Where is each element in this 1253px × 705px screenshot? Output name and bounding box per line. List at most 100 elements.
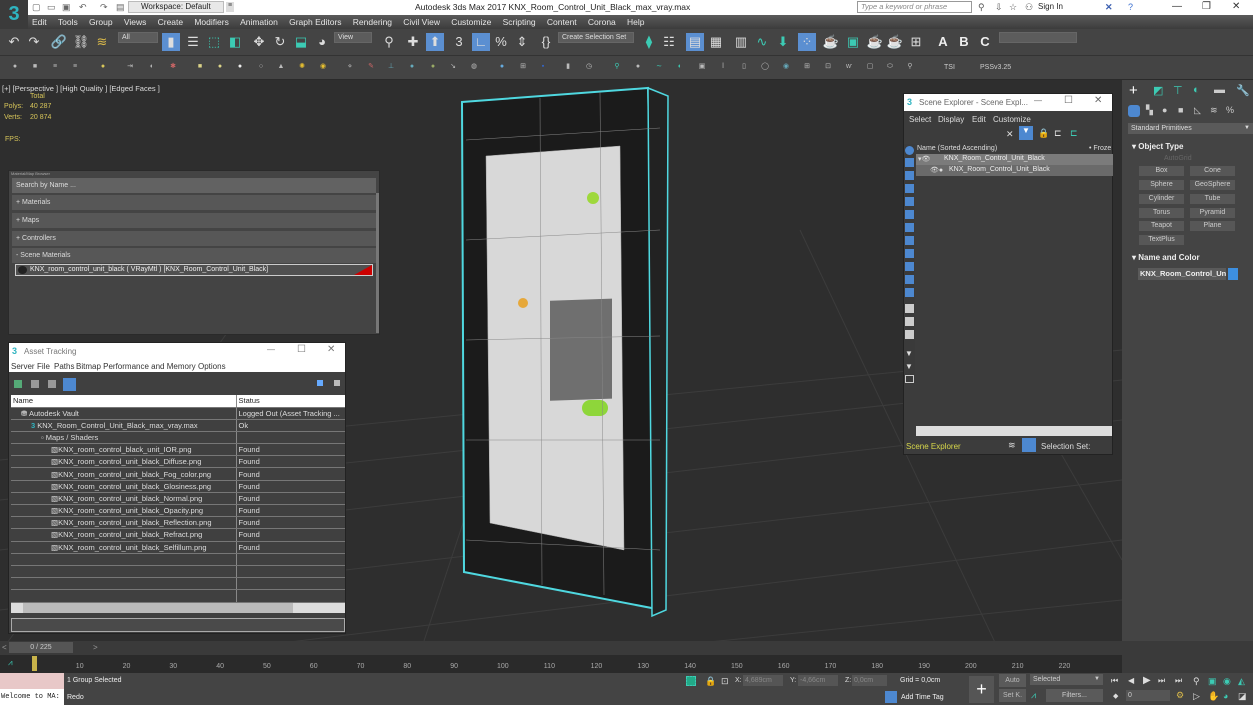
name-column-header[interactable]: Name (Sorted Ascending) bbox=[917, 145, 997, 152]
spacewarps-icon[interactable]: ≋ bbox=[1210, 105, 1218, 116]
menu-display[interactable]: Display bbox=[938, 115, 964, 124]
menu-scripting[interactable]: Scripting bbox=[503, 17, 536, 27]
toolbar2-icon[interactable]: ✱ bbox=[168, 62, 178, 72]
viewport-label[interactable]: [+] [Perspective ] [High Quality ] [Edge… bbox=[2, 84, 160, 93]
toolbar2-icon[interactable]: ▲ bbox=[276, 62, 286, 72]
close-button[interactable]: ✕ bbox=[1232, 1, 1240, 12]
hierarchy-icon[interactable]: ⊏ bbox=[1054, 128, 1062, 139]
placement-icon[interactable]: ◕ bbox=[313, 33, 331, 51]
section-controllers[interactable]: + Controllers bbox=[12, 231, 376, 246]
cameras-icon[interactable]: ■ bbox=[1178, 105, 1183, 115]
link-icon[interactable]: 🔗 bbox=[50, 33, 68, 51]
toolbar2-icon[interactable]: ● bbox=[98, 62, 108, 72]
table-view-icon[interactable] bbox=[63, 378, 76, 391]
motion-tab-icon[interactable]: ◐ bbox=[1193, 84, 1200, 96]
geosphere-button[interactable]: GeoSphere bbox=[1190, 180, 1235, 190]
help-icon[interactable]: ? bbox=[1128, 2, 1138, 12]
horizontal-scrollbar[interactable] bbox=[916, 426, 1112, 436]
toolbar2-icon[interactable]: ■ bbox=[195, 62, 205, 72]
new-key-button[interactable]: + bbox=[969, 676, 994, 703]
tsi-button[interactable]: TSI bbox=[944, 64, 955, 71]
exchange-icon[interactable]: ✕ bbox=[1105, 2, 1115, 12]
zoom-icon[interactable]: ⚲ bbox=[1193, 676, 1200, 687]
zoom-extents-all-icon[interactable]: ◭ bbox=[1238, 676, 1245, 687]
menu-customize[interactable]: Customize bbox=[451, 17, 491, 27]
display-hidden-icon[interactable] bbox=[905, 288, 914, 297]
time-tag-icon[interactable] bbox=[885, 691, 897, 703]
menu-server[interactable]: Server bbox=[11, 362, 35, 371]
toolbar2-icon[interactable]: ⊞ bbox=[802, 62, 812, 72]
menu-content[interactable]: Content bbox=[547, 17, 577, 27]
user-icon[interactable]: ⚇ bbox=[1025, 2, 1035, 12]
window-crossing-icon[interactable]: ◧ bbox=[226, 33, 244, 51]
align-icon[interactable]: ☷ bbox=[660, 33, 678, 51]
scene-explorer-name[interactable]: Scene Explorer bbox=[906, 442, 961, 451]
curve-editor-icon[interactable]: ⩘ bbox=[8, 658, 13, 668]
go-to-start-icon[interactable]: ⏮ bbox=[1111, 676, 1118, 686]
maxscript-listener-input[interactable]: Welcome to MA: bbox=[0, 689, 64, 705]
redo-icon[interactable]: ↷ bbox=[25, 33, 43, 51]
table-row[interactable]: ▧KNX_room_control_unit_black_Normal.png F… bbox=[11, 492, 345, 506]
modify-tab-icon[interactable]: ◩ bbox=[1153, 84, 1163, 97]
move-icon[interactable]: ✥ bbox=[250, 33, 268, 51]
section-maps[interactable]: + Maps bbox=[12, 213, 376, 228]
toolbar2-icon[interactable]: ▣ bbox=[697, 62, 707, 72]
view-icon[interactable] bbox=[48, 380, 56, 388]
visibility-eye-icon[interactable]: ▾👁 bbox=[918, 155, 930, 163]
filter-icon[interactable]: ▼ bbox=[905, 349, 913, 358]
menu-tools[interactable]: Tools bbox=[58, 17, 78, 27]
toolbar2-icon[interactable]: ● bbox=[215, 62, 225, 72]
menu-select[interactable]: Select bbox=[909, 115, 931, 124]
display-helpers-icon[interactable] bbox=[905, 197, 914, 206]
selection-set-icon[interactable] bbox=[1022, 438, 1036, 452]
display-spacewarps-icon[interactable] bbox=[905, 210, 914, 219]
toolbar2-icon[interactable]: ◍ bbox=[469, 62, 479, 72]
toolbar2-icon[interactable]: ⊞ bbox=[518, 62, 528, 72]
toolbar2-icon[interactable]: ✺ bbox=[297, 62, 307, 72]
refresh-icon[interactable] bbox=[317, 380, 323, 386]
menu-rendering[interactable]: Rendering bbox=[353, 17, 392, 27]
toolbar2-icon[interactable]: ≡ bbox=[70, 62, 80, 72]
close-button[interactable]: ✕ bbox=[1094, 95, 1102, 106]
table-row[interactable]: 3 KNX_Room_Control_Unit_Black_max_vray.m… bbox=[11, 419, 345, 432]
section-scene-materials[interactable]: - Scene Materials bbox=[12, 248, 376, 263]
create-tab-icon[interactable]: + bbox=[1129, 82, 1138, 99]
maximize-button[interactable]: ☐ bbox=[297, 344, 306, 355]
toolbar2-icon[interactable]: ● bbox=[428, 62, 438, 72]
menu-create[interactable]: Create bbox=[158, 17, 184, 27]
current-frame-input[interactable]: 0 bbox=[1126, 690, 1170, 701]
track-bar[interactable]: ⩘ 10 20 30 40 50 60 70 80 90 100 110 120 130 140 150 16… bbox=[0, 655, 1122, 673]
toolbar2-icon[interactable]: ⚲ bbox=[905, 62, 915, 72]
menu-options[interactable]: Options bbox=[198, 362, 226, 371]
object-type-rollout[interactable]: ▾ Object Type bbox=[1132, 142, 1183, 151]
toolbar2-icon[interactable]: ◷ bbox=[584, 62, 594, 72]
horizontal-scrollbar[interactable] bbox=[11, 603, 345, 613]
shapes-icon[interactable]: ▚ bbox=[1146, 105, 1153, 116]
app-logo-menu-button[interactable]: 3 bbox=[0, 0, 28, 30]
toolbar2-icon[interactable]: ✎ bbox=[366, 62, 376, 72]
toolbar2-icon[interactable]: ⬭ bbox=[885, 62, 895, 72]
toolbar2-icon[interactable]: ◉ bbox=[318, 62, 328, 72]
display-invert-icon[interactable] bbox=[905, 330, 914, 339]
toolbar2-icon[interactable]: ⱳ bbox=[844, 62, 854, 72]
frozen-column-header[interactable]: • Froze bbox=[1089, 145, 1111, 152]
material-search-input[interactable]: Search by Name ... bbox=[12, 178, 376, 193]
display-bones-icon[interactable] bbox=[905, 249, 914, 258]
table-row[interactable]: ▧KNX_room_control_unit_black_Reflection.… bbox=[11, 516, 345, 530]
keyboard-shortcut-toggle-icon[interactable]: ⬆ bbox=[426, 33, 444, 51]
toolbar2-icon[interactable]: ⊥ bbox=[386, 62, 396, 72]
selection-lock-icon[interactable]: 🔒 bbox=[705, 676, 716, 687]
rendered-frame-icon[interactable]: ☕ bbox=[866, 33, 884, 51]
display-frozen-icon[interactable] bbox=[905, 275, 914, 284]
display-all-icon[interactable] bbox=[905, 304, 914, 313]
table-row[interactable]: ▧KNX_room_control_unit_black_Selfillum.p… bbox=[11, 541, 345, 554]
orbit-icon[interactable]: ◕ bbox=[1223, 691, 1228, 701]
tube-button[interactable]: Tube bbox=[1190, 194, 1235, 204]
torus-button[interactable]: Torus bbox=[1139, 208, 1184, 218]
table-row[interactable]: ▧KNX_room_control_unit_black_Fog_color.p… bbox=[11, 467, 345, 481]
name-and-color-rollout[interactable]: ▾ Name and Color bbox=[1132, 253, 1200, 262]
table-row[interactable]: ▧KNX_room_control_unit_black_Refract.png… bbox=[11, 528, 345, 542]
object-name-input[interactable]: KNX_Room_Control_Uni bbox=[1138, 268, 1226, 280]
prev-frame-arrow[interactable]: < bbox=[2, 643, 7, 652]
hierarchy-tab-icon[interactable]: ⊤ bbox=[1173, 84, 1183, 97]
